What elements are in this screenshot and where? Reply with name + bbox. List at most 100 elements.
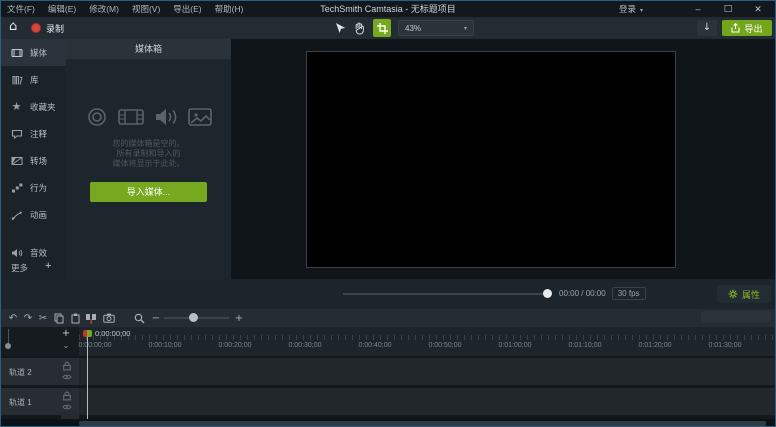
split-button[interactable]: [84, 311, 98, 325]
empty-text-line: 媒体将显示于此处。: [66, 159, 231, 169]
download-button[interactable]: ↓: [697, 20, 717, 36]
sidebar-spacer: [1, 228, 66, 239]
sidebar-item-label: 转场: [30, 155, 47, 167]
home-icon[interactable]: ⌂: [9, 19, 17, 34]
redo-button[interactable]: ↷: [21, 311, 35, 325]
lock-icon[interactable]: [62, 391, 72, 401]
record-label: 录制: [46, 22, 64, 35]
track-height-slider[interactable]: [5, 329, 13, 351]
sidebar-footer: 更多 +: [1, 257, 66, 279]
sidebar-item-library[interactable]: 库: [1, 66, 66, 93]
sidebar-item-animations[interactable]: 动画: [1, 201, 66, 228]
properties-button[interactable]: 属性: [717, 285, 771, 303]
track-header[interactable]: 轨道 2: [1, 358, 79, 385]
close-button[interactable]: ✕: [743, 1, 773, 17]
ruler-tick-label: 0:01:20;00: [638, 342, 671, 349]
undo-button[interactable]: ↶: [6, 311, 20, 325]
pan-tool-button[interactable]: [351, 20, 367, 36]
collapse-tracks-button[interactable]: ⌄: [58, 341, 74, 353]
film-strip-icon: [118, 107, 144, 127]
library-icon: [10, 73, 23, 86]
preview-stage[interactable]: [306, 51, 676, 268]
sidebar-item-annotations[interactable]: 注释: [1, 120, 66, 147]
menu-list: 文件(F) 编辑(E) 修改(M) 视图(V) 导出(E) 帮助(H): [7, 1, 243, 17]
menu-view[interactable]: 视图(V): [132, 3, 160, 15]
scrubber-handle[interactable]: [543, 289, 552, 298]
screenshot-button[interactable]: [102, 311, 116, 325]
track-height-knob[interactable]: [5, 343, 11, 349]
tools-sidebar: 媒体 库 ★ 收藏夹 注释 转场: [1, 39, 66, 279]
caret-down-icon: ▾: [640, 7, 643, 14]
star-icon: ★: [10, 100, 23, 113]
magnifier-icon: [134, 313, 145, 324]
sidebar-item-transitions[interactable]: 转场: [1, 147, 66, 174]
import-media-button[interactable]: 导入媒体...: [90, 182, 207, 202]
fps-display[interactable]: 30 fps: [612, 287, 646, 300]
main-toolbar: ⌂ 录制 43% ▾ ↓: [1, 17, 775, 39]
animation-arrow-icon: [10, 208, 23, 221]
media-bin-empty-text: 您的媒体箱是空的。 所有录制和导入的 媒体将显示于此处。: [66, 139, 231, 169]
behaviors-icon: [10, 181, 23, 194]
hand-icon: [353, 22, 365, 35]
timeline-search-box[interactable]: [701, 311, 771, 322]
playhead-timecode: 0:00:00;00: [95, 329, 130, 338]
image-icon: [188, 107, 212, 127]
menu-bar: 文件(F) 编辑(E) 修改(M) 视图(V) 导出(E) 帮助(H) Tech…: [1, 1, 775, 17]
timeline-corner: [61, 412, 79, 419]
track-header[interactable]: 轨道 1: [1, 388, 79, 415]
empty-text-line: 所有录制和导入的: [66, 149, 231, 159]
menu-edit[interactable]: 编辑(E): [48, 3, 76, 15]
media-bin-empty-icons: [66, 107, 231, 127]
export-button[interactable]: 导出: [722, 20, 772, 36]
clipboard-icon: [71, 313, 80, 324]
add-tab-button[interactable]: +: [45, 260, 51, 272]
timeline-toolbar: ↶ ↷ ✂: [1, 309, 775, 327]
menu-export[interactable]: 导出(E): [173, 3, 201, 15]
cursor-arrow-icon: [334, 22, 346, 35]
ruler-tick-label: 0:00:20;00: [218, 342, 251, 349]
minimize-button[interactable]: –: [683, 1, 713, 17]
menu-modify[interactable]: 修改(M): [89, 3, 119, 15]
sign-in-label: 登录: [619, 4, 636, 14]
zoom-in-button[interactable]: +: [232, 311, 246, 325]
eye-icon[interactable]: [62, 402, 72, 412]
copy-icon: [54, 313, 64, 324]
lock-icon[interactable]: [62, 361, 72, 371]
sidebar-item-label: 行为: [30, 182, 47, 194]
paste-button[interactable]: [68, 311, 82, 325]
add-track-button[interactable]: +: [58, 328, 74, 340]
sidebar-item-media[interactable]: 媒体: [1, 39, 66, 66]
timeline-zoom-slider-handle[interactable]: [189, 313, 198, 322]
crop-tool-button[interactable]: [373, 19, 391, 37]
sidebar-item-label: 媒体: [30, 47, 47, 59]
track-name: 轨道 1: [9, 397, 32, 408]
timecode-display: 00:00 / 00:00: [559, 289, 606, 298]
record-button[interactable]: 录制: [31, 20, 64, 36]
more-button[interactable]: 更多: [11, 262, 28, 274]
zoom-out-button[interactable]: −: [149, 311, 163, 325]
ruler-tick-label: 0:01:00;00: [498, 342, 531, 349]
track-row-1: 轨道 1: [1, 388, 775, 415]
copy-button[interactable]: [52, 311, 66, 325]
horizontal-scrollbar-thumb[interactable]: [79, 421, 766, 426]
menu-file[interactable]: 文件(F): [7, 3, 35, 15]
sidebar-item-behaviors[interactable]: 行为: [1, 174, 66, 201]
cut-button[interactable]: ✂: [36, 311, 50, 325]
sidebar-item-favorites[interactable]: ★ 收藏夹: [1, 93, 66, 120]
timeline-tracks: 轨道 2 轨道 1: [1, 356, 775, 419]
scrubber-track[interactable]: [343, 293, 549, 295]
canvas-zoom-dropdown[interactable]: 43% ▾: [398, 20, 474, 36]
cursor-tool-button[interactable]: [332, 20, 348, 36]
track-lane[interactable]: [79, 358, 775, 385]
canvas-zoom-value: 43%: [405, 24, 421, 33]
ruler-tick-label: 0:00:00;00: [78, 342, 111, 349]
properties-label: 属性: [742, 288, 760, 301]
maximize-button[interactable]: □: [713, 1, 743, 17]
caret-down-icon: ▾: [464, 25, 467, 32]
camtasia-window: 文件(F) 编辑(E) 修改(M) 视图(V) 导出(E) 帮助(H) Tech…: [0, 0, 776, 427]
menu-help[interactable]: 帮助(H): [215, 3, 244, 15]
track-lane[interactable]: [79, 388, 775, 415]
ruler-tick-label: 0:00:30;00: [288, 342, 321, 349]
eye-icon[interactable]: [62, 372, 72, 382]
timeline-zoom-button[interactable]: [132, 311, 146, 325]
